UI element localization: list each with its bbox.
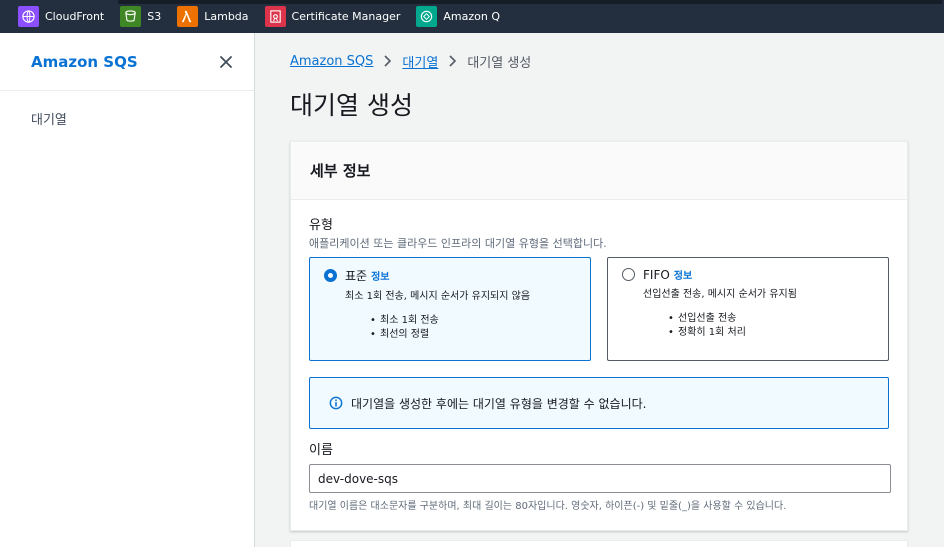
- lambda-icon: [177, 6, 199, 27]
- service-shortcut-label: Lambda: [204, 10, 249, 23]
- fifo-features: 선입선출 전송 정확히 1회 처리: [668, 312, 874, 340]
- page-title: 대기열 생성: [290, 91, 413, 120]
- standard-description: 최소 1회 전송, 메시지 순서가 유지되지 않음: [345, 291, 531, 302]
- queue-type-info-alert: 대기열을 생성한 후에는 대기열 유형을 변경할 수 없습니다.: [309, 377, 889, 429]
- service-shortcut-label: CloudFront: [45, 10, 105, 23]
- queue-name-input[interactable]: [309, 464, 891, 493]
- fifo-label: FIFO: [643, 267, 670, 282]
- standard-features: 최소 1회 전송 최선의 정렬: [370, 314, 576, 342]
- breadcrumb-amazon-sqs[interactable]: Amazon SQS: [290, 54, 373, 69]
- service-shortcut-label: S3: [147, 10, 162, 23]
- fifo-description: 선입선출 전송, 메시지 순서가 유지됨: [643, 289, 797, 300]
- service-shortcut-s3[interactable]: S3: [120, 6, 161, 27]
- service-shortcut-certificate-manager[interactable]: Certificate Manager: [264, 6, 401, 27]
- side-navigation-title[interactable]: Amazon SQS: [31, 53, 138, 71]
- list-item: 최소 1회 전송: [370, 314, 576, 328]
- breadcrumb-create-queue: 대기열 생성: [467, 55, 532, 71]
- sidebar-item-queues[interactable]: 대기열: [0, 91, 254, 128]
- next-section-container: [290, 540, 908, 547]
- service-shortcut-label: Amazon Q: [443, 10, 501, 23]
- standard-label: 표준: [345, 269, 368, 283]
- services-bar: CloudFront S3 Lambda Certificate Manager…: [0, 0, 944, 33]
- list-item: 선입선출 전송: [668, 312, 874, 326]
- name-constraint-text: 대기열 이름은 대소문자를 구분하며, 최대 길이는 80자입니다. 영숫자, …: [309, 501, 787, 512]
- amazon-q-icon: [416, 6, 438, 27]
- queue-type-standard-tile[interactable]: 표준 정보 최소 1회 전송, 메시지 순서가 유지되지 않음 최소 1회 전송…: [309, 257, 591, 361]
- side-navigation: Amazon SQS 대기열: [0, 33, 255, 547]
- name-label: 이름: [309, 443, 333, 458]
- cloudfront-icon: [18, 6, 39, 27]
- certificate-manager-icon: [264, 6, 286, 27]
- details-container: 세부 정보 유형 애플리케이션 또는 클라우드 인프라의 대기열 유형을 선택합…: [290, 141, 908, 531]
- service-shortcut-lambda[interactable]: Lambda: [177, 6, 249, 27]
- type-description: 애플리케이션 또는 클라우드 인프라의 대기열 유형을 선택합니다.: [309, 237, 607, 250]
- fifo-radio[interactable]: [622, 268, 635, 281]
- close-icon: [220, 55, 232, 68]
- close-navigation-button[interactable]: [218, 54, 234, 70]
- tile-heading: FIFO 정보: [622, 267, 874, 282]
- service-shortcut-amazon-q[interactable]: Amazon Q: [416, 6, 500, 27]
- s3-icon: [120, 6, 142, 27]
- details-header: 세부 정보: [291, 142, 907, 200]
- side-navigation-header: Amazon SQS: [0, 33, 254, 91]
- tile-heading: 표준 정보: [324, 267, 576, 284]
- standard-radio[interactable]: [324, 269, 337, 282]
- service-shortcut-label: Certificate Manager: [291, 10, 401, 23]
- details-body: 유형 애플리케이션 또는 클라우드 인프라의 대기열 유형을 선택합니다. 표준…: [291, 200, 907, 530]
- queue-type-fifo-tile[interactable]: FIFO 정보 선입선출 전송, 메시지 순서가 유지됨 선입선출 전송 정확히…: [607, 257, 889, 361]
- breadcrumb: Amazon SQS 대기열 대기열 생성: [290, 33, 908, 89]
- queue-type-tiles: 표준 정보 최소 1회 전송, 메시지 순서가 유지되지 않음 최소 1회 전송…: [309, 257, 889, 361]
- breadcrumb-queues[interactable]: 대기열: [402, 52, 438, 71]
- chevron-right-icon: [449, 55, 457, 67]
- main-content: Amazon SQS 대기열 대기열 생성 대기열 생성 세부 정보 유형 애플…: [290, 33, 908, 531]
- list-item: 정확히 1회 처리: [668, 326, 874, 340]
- console-header-edge: [118, 0, 942, 4]
- chevron-right-icon: [384, 55, 392, 67]
- fifo-info-link[interactable]: 정보: [674, 267, 692, 282]
- list-item: 최선의 정렬: [370, 328, 576, 342]
- service-shortcut-cloudfront[interactable]: CloudFront: [18, 6, 104, 27]
- standard-info-link[interactable]: 정보: [371, 268, 389, 283]
- alert-message: 대기열을 생성한 후에는 대기열 유형을 변경할 수 없습니다.: [351, 396, 647, 411]
- type-label: 유형: [309, 218, 333, 233]
- info-icon: [329, 396, 343, 410]
